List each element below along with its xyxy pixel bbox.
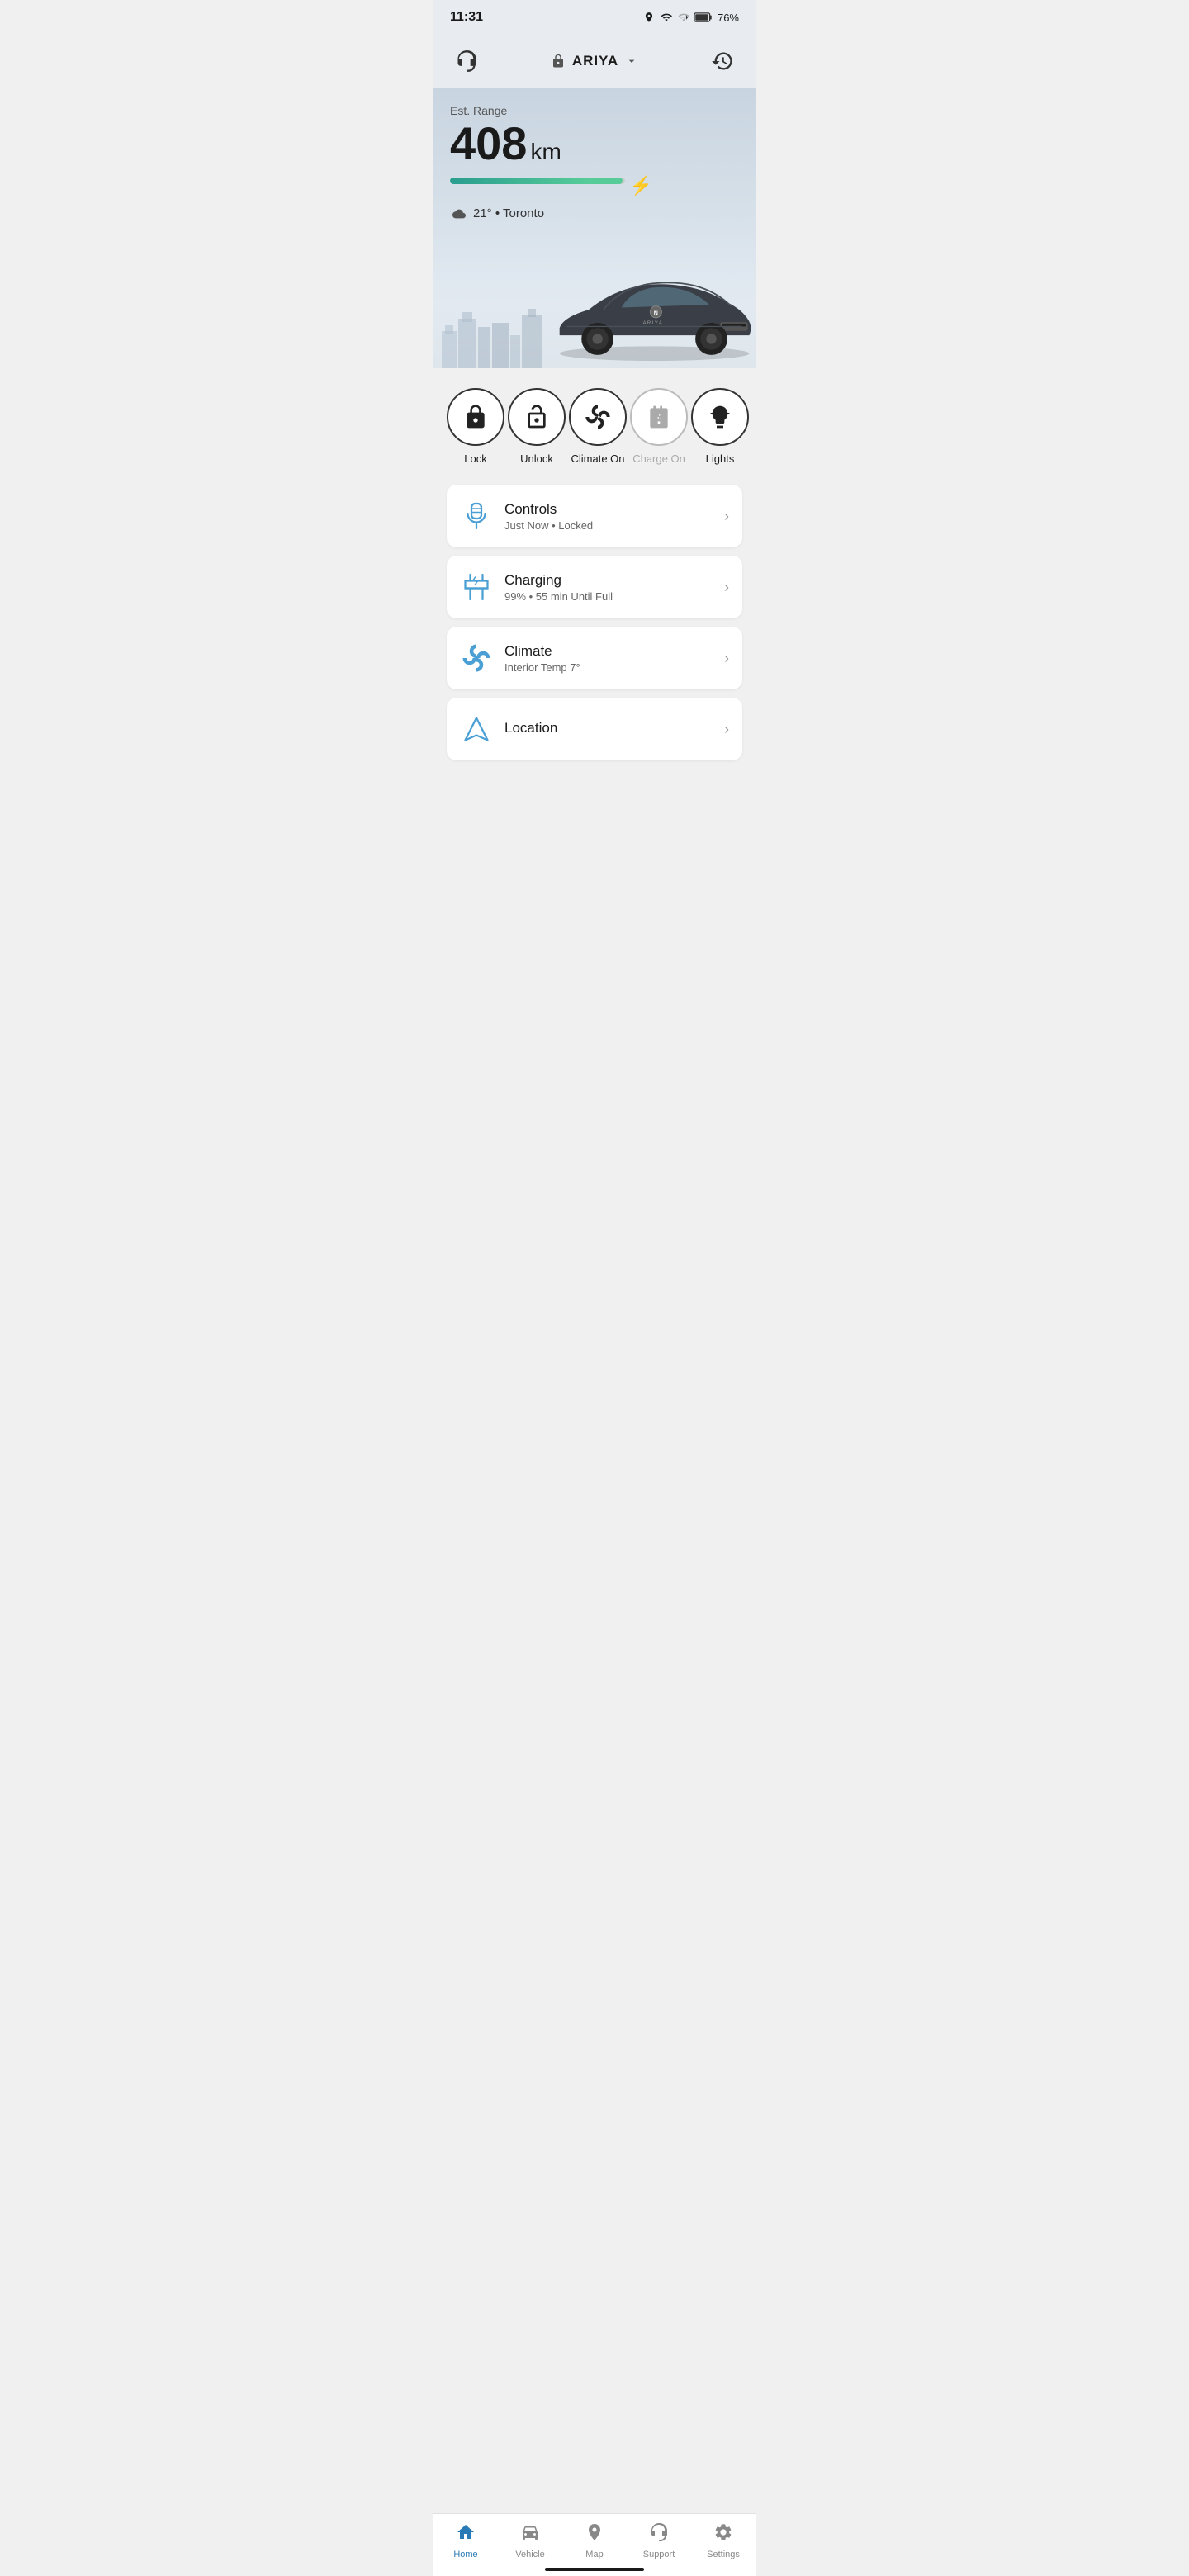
location-title: Location <box>504 720 713 736</box>
status-icons: 76% <box>643 12 739 24</box>
controls-subtitle: Just Now • Locked <box>504 519 713 532</box>
range-unit: km <box>530 139 561 164</box>
support-nav-icon <box>649 2522 669 2546</box>
range-display: 408km <box>450 121 739 167</box>
climate-chevron: › <box>724 650 729 667</box>
svg-text:ARIYA: ARIYA <box>642 320 663 325</box>
charging-chevron: › <box>724 579 729 596</box>
charging-card[interactable]: Charging 99% • 55 min Until Full › <box>447 556 742 618</box>
unlock-label: Unlock <box>520 452 553 465</box>
history-button[interactable] <box>706 45 739 78</box>
signal-icon <box>678 12 689 23</box>
charge-on-label: Charge On <box>632 452 685 465</box>
cloud-icon <box>450 207 468 220</box>
controls-content: Controls Just Now • Locked <box>504 501 713 532</box>
charge-bar-fill <box>450 178 623 184</box>
charge-button[interactable] <box>630 388 688 446</box>
weather-info: 21° • Toronto <box>450 206 739 220</box>
action-lights[interactable]: Lights <box>691 388 749 465</box>
location-icon-container <box>460 713 493 746</box>
nav-map[interactable]: Map <box>562 2522 627 2559</box>
climate-content: Climate Interior Temp 7° <box>504 643 713 674</box>
charge-icon <box>646 404 672 430</box>
lock-open-icon <box>523 404 550 430</box>
vehicle-nav-label: Vehicle <box>515 2550 544 2559</box>
weather-text: 21° • Toronto <box>473 206 544 220</box>
charging-content: Charging 99% • 55 min Until Full <box>504 572 713 603</box>
climate-subtitle: Interior Temp 7° <box>504 661 713 674</box>
settings-nav-label: Settings <box>707 2550 740 2559</box>
charge-bar-container <box>450 178 625 184</box>
charge-bar-row: ⚡ <box>450 175 652 197</box>
map-nav-icon <box>585 2522 604 2546</box>
history-icon <box>711 50 734 73</box>
lights-label: Lights <box>706 452 735 465</box>
location-content: Location <box>504 720 713 738</box>
wifi-icon <box>660 12 673 23</box>
climate-icon-container <box>460 642 493 675</box>
hero-section: Est. Range 408km ⚡ 21° • Toronto <box>433 88 756 368</box>
climate-card[interactable]: Climate Interior Temp 7° › <box>447 627 742 689</box>
headset-icon <box>455 50 478 73</box>
lightning-bolt-icon: ⚡ <box>630 175 652 197</box>
location-status-icon <box>643 12 655 23</box>
home-nav-label: Home <box>453 2550 477 2559</box>
nav-vehicle[interactable]: Vehicle <box>498 2522 562 2559</box>
unlock-button[interactable] <box>508 388 566 446</box>
home-nav-icon <box>456 2522 476 2546</box>
action-climate[interactable]: Climate On <box>569 388 627 465</box>
app-header: ARIYA <box>433 31 756 88</box>
vehicle-name: ARIYA <box>572 53 618 69</box>
vehicle-selector[interactable]: ARIYA <box>551 53 638 69</box>
controls-title: Controls <box>504 501 713 518</box>
climate-on-label: Climate On <box>571 452 624 465</box>
climate-button[interactable] <box>569 388 627 446</box>
controls-icon <box>460 500 493 533</box>
chevron-down-icon <box>625 54 638 68</box>
svg-text:N: N <box>654 310 658 316</box>
lock-closed-icon <box>462 404 489 430</box>
info-cards: Controls Just Now • Locked › Charging 99… <box>433 478 756 835</box>
action-unlock[interactable]: Unlock <box>508 388 566 465</box>
home-indicator <box>545 2568 644 2571</box>
climate-title: Climate <box>504 643 713 660</box>
vehicle-nav-icon <box>520 2522 540 2546</box>
battery-percent: 76% <box>718 12 739 24</box>
lights-button[interactable] <box>691 388 749 446</box>
support-button[interactable] <box>450 45 483 78</box>
range-value: 408 <box>450 117 527 169</box>
lock-label: Lock <box>464 452 486 465</box>
nav-support[interactable]: Support <box>627 2522 691 2559</box>
bottom-nav: Home Vehicle Map Support Settings <box>433 2513 756 2576</box>
lock-button[interactable] <box>447 388 504 446</box>
action-charge[interactable]: Charge On <box>630 388 688 465</box>
lock-header-icon <box>551 54 566 69</box>
quick-actions: Lock Unlock Climate On Charge On <box>433 368 756 478</box>
car-image: N ARIYA <box>545 248 756 368</box>
action-lock[interactable]: Lock <box>447 388 504 465</box>
nav-home[interactable]: Home <box>433 2522 498 2559</box>
support-nav-label: Support <box>643 2550 675 2559</box>
est-range-label: Est. Range <box>450 104 739 117</box>
status-time: 11:31 <box>450 10 483 25</box>
controls-chevron: › <box>724 508 729 525</box>
settings-nav-icon <box>713 2522 733 2546</box>
location-chevron: › <box>724 721 729 738</box>
charging-subtitle: 99% • 55 min Until Full <box>504 590 713 603</box>
controls-card[interactable]: Controls Just Now • Locked › <box>447 485 742 547</box>
lights-icon <box>707 404 733 430</box>
status-bar: 11:31 76% <box>433 0 756 31</box>
map-nav-label: Map <box>585 2550 603 2559</box>
location-card[interactable]: Location › <box>447 698 742 760</box>
battery-icon <box>694 12 713 23</box>
charging-title: Charging <box>504 572 713 589</box>
nav-settings[interactable]: Settings <box>691 2522 756 2559</box>
fan-icon <box>585 404 611 430</box>
charging-icon-container <box>460 571 493 604</box>
